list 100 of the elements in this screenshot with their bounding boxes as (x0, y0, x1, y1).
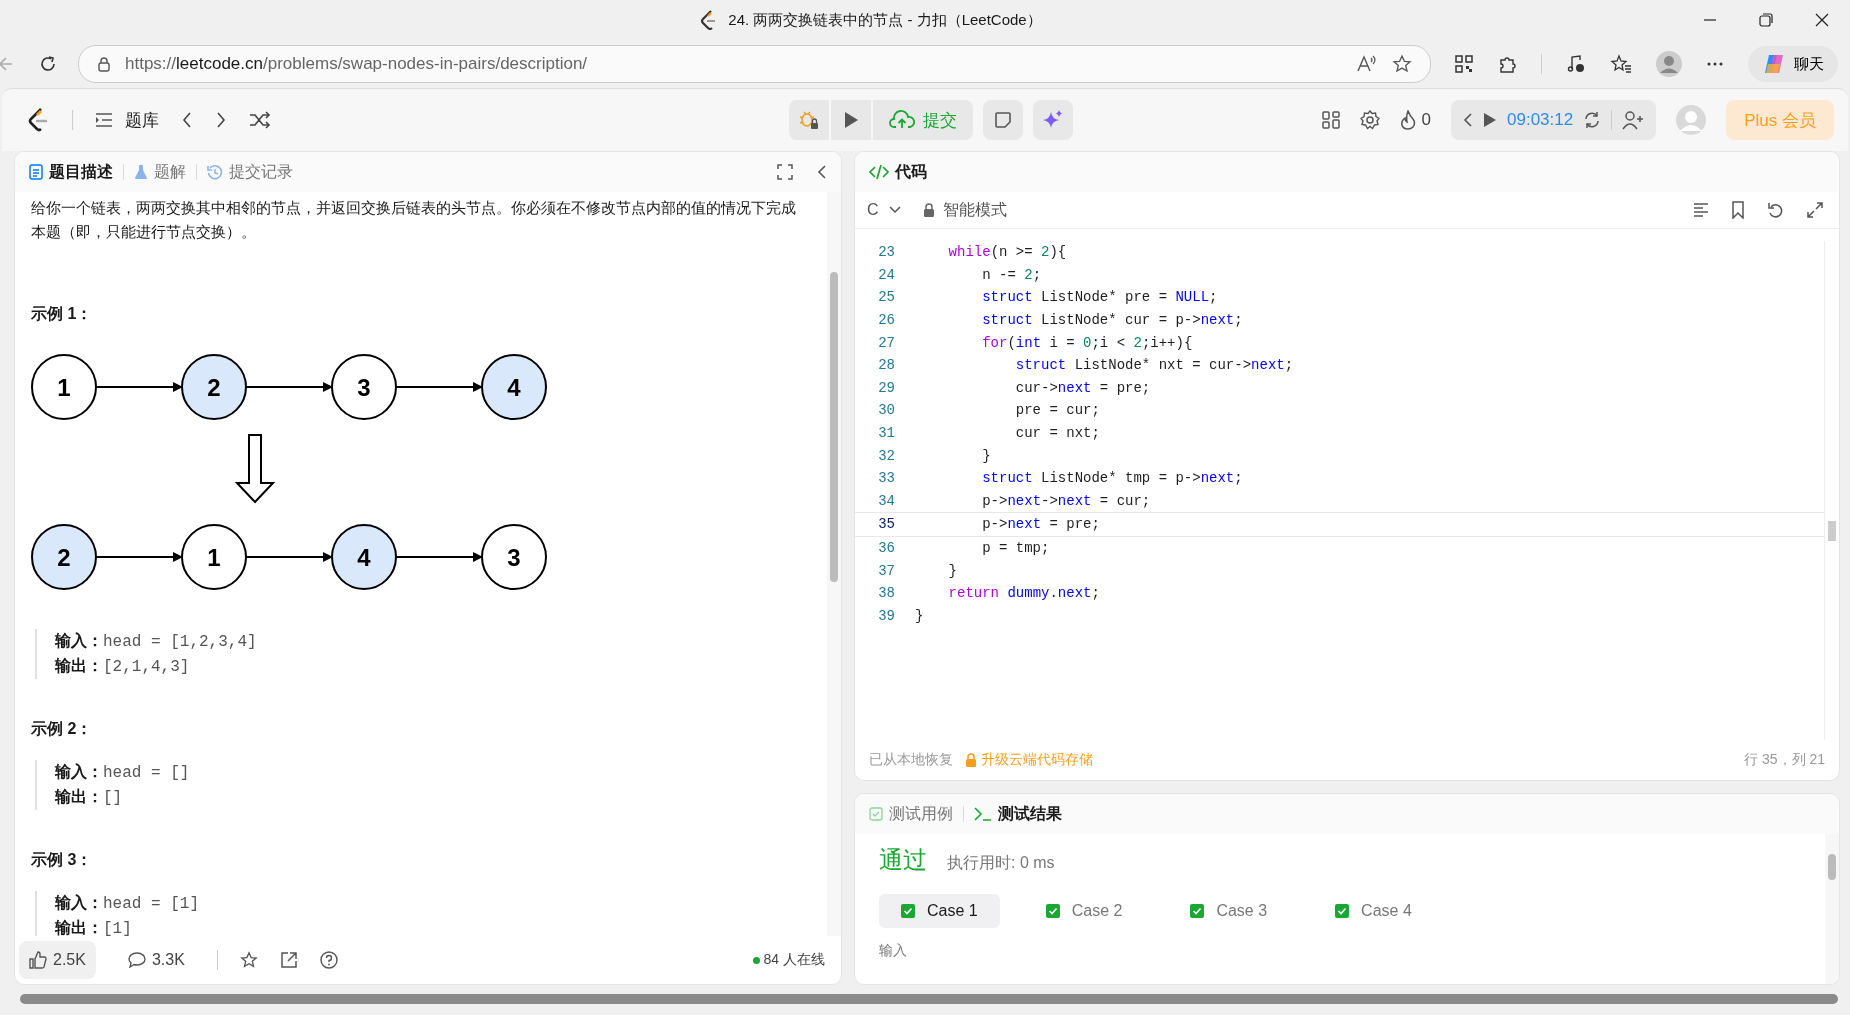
panel-tab[interactable]: 题解 (134, 161, 186, 183)
example-output-text: [1] (103, 920, 132, 936)
code-line: p->next = pre; (981, 516, 1100, 533)
example-title: 示例 1： (31, 304, 94, 324)
extensions-icon[interactable] (1497, 54, 1517, 74)
read-aloud-icon[interactable] (1356, 54, 1378, 74)
code-line: } (981, 447, 991, 464)
case-tab[interactable]: Case 3 (1168, 894, 1290, 928)
note-icon (994, 111, 1012, 129)
case-tab[interactable]: Case 4 (1313, 894, 1434, 928)
collapse-icon[interactable] (817, 164, 827, 180)
more-icon[interactable] (1706, 61, 1724, 67)
code-line: cur->next = pre; (1014, 379, 1151, 396)
fullscreen-icon[interactable] (777, 164, 793, 180)
line-number: 39 (877, 607, 896, 624)
language-dropdown[interactable]: C (867, 201, 901, 219)
verdict-text: 通过 (879, 845, 927, 875)
run-button[interactable] (831, 100, 871, 140)
terminal-icon (974, 807, 992, 821)
code-line: struct ListNode* cur = p->next; (981, 312, 1243, 329)
play-icon[interactable] (1483, 112, 1497, 128)
line-number: 38 (877, 585, 896, 602)
add-user-icon[interactable] (1622, 110, 1645, 130)
panel-tab[interactable]: 测试结果 (974, 803, 1062, 825)
note-button[interactable] (983, 100, 1023, 140)
timer-text: 09:03:12 (1507, 110, 1574, 130)
ai-assistant-button[interactable] (1033, 100, 1073, 140)
address-field[interactable]: https://leetcode.cn/problems/swap-nodes-in-pairs/description/ (78, 45, 1431, 83)
case-tab[interactable]: Case 1 (879, 894, 1000, 928)
comments-button[interactable]: 3.3K (117, 941, 195, 979)
code-tab[interactable]: 代码 (869, 161, 927, 183)
example-input-text: head = [] (103, 764, 190, 782)
panel-tab[interactable]: 题目描述 (29, 161, 113, 183)
refresh-icon[interactable] (38, 54, 58, 74)
leetcode-logo-icon[interactable] (28, 108, 50, 132)
copilot-icon (1762, 52, 1786, 76)
like-button[interactable]: 2.5K (19, 941, 96, 979)
online-count: 84 人在线 (763, 951, 825, 969)
qr-code-icon[interactable] (1455, 55, 1473, 73)
line-number: 23 (877, 244, 896, 261)
example-output-text: [] (103, 789, 123, 807)
undo-icon[interactable] (1767, 201, 1785, 219)
line-number: 35 (877, 516, 896, 533)
help-icon[interactable] (319, 951, 338, 969)
shuffle-icon[interactable] (249, 111, 271, 129)
line-number: 33 (877, 470, 896, 487)
reset-icon[interactable] (1583, 111, 1602, 129)
lock-icon (922, 203, 935, 217)
history-icon (207, 164, 223, 180)
case-tab[interactable]: Case 2 (1023, 894, 1145, 928)
settings-icon[interactable] (1359, 110, 1380, 130)
share-icon[interactable] (279, 951, 298, 969)
line-number: 26 (877, 312, 896, 329)
music-icon[interactable] (1566, 54, 1586, 74)
code-line: n -= 2; (981, 266, 1042, 283)
star-icon[interactable] (1392, 54, 1412, 74)
example-title: 示例 2： (31, 719, 94, 739)
mode-label[interactable]: 智能模式 (942, 199, 1007, 221)
streak-count[interactable]: 0 (1421, 110, 1431, 130)
flame-icon (1399, 110, 1416, 130)
code-line: while(n >= 2){ (947, 244, 1067, 261)
expand-icon[interactable] (1807, 202, 1823, 218)
chat-button[interactable]: 聊天 (1748, 46, 1838, 82)
panel-tab[interactable]: 测试用例 (869, 803, 953, 825)
code-line: struct ListNode* nxt = cur->next; (1014, 357, 1294, 374)
previous-icon[interactable] (181, 111, 193, 129)
code-line: for(int i = 0;i < 2;i++){ (981, 334, 1193, 351)
list-icon (95, 112, 113, 128)
input-label: 输入： (55, 894, 103, 911)
output-label: 输出： (55, 657, 103, 674)
next-icon[interactable] (215, 111, 227, 129)
code-line: pre = cur; (1014, 402, 1100, 419)
code-icon (869, 164, 889, 180)
flask-icon (134, 164, 148, 180)
input-label: 输入 (879, 942, 908, 960)
close-icon[interactable] (1814, 12, 1830, 28)
linked-list-swap-drawing: 1 2 3 4 2 1 4 3 (31, 345, 551, 615)
star-icon[interactable] (239, 951, 258, 969)
line-number: 37 (877, 562, 896, 579)
panel-tab[interactable]: 提交记录 (207, 161, 293, 183)
restore-icon[interactable] (1758, 12, 1774, 28)
code-line: cur = nxt; (1014, 425, 1100, 442)
line-number: 27 (877, 334, 896, 351)
bookmark-icon[interactable] (1731, 201, 1745, 219)
problem-list-button[interactable]: 题库 (95, 108, 159, 132)
format-icon[interactable] (1693, 203, 1709, 217)
profile-avatar-icon[interactable] (1656, 51, 1682, 77)
thumbs-up-icon (29, 951, 47, 969)
favorites-icon[interactable] (1610, 54, 1632, 74)
layout-icon[interactable] (1321, 111, 1340, 129)
example-input-text: head = [1] (103, 895, 199, 913)
line-number: 30 (877, 402, 896, 419)
bug-lock-icon (798, 109, 820, 131)
collapse-icon[interactable] (1463, 112, 1473, 128)
restore-status: 已从本地恢复 (869, 751, 953, 769)
horizontal-scrollbar[interactable] (20, 991, 1838, 1007)
input-label: 输入： (55, 632, 103, 649)
debug-button[interactable] (789, 100, 829, 140)
line-number: 36 (877, 540, 896, 556)
play-icon (843, 111, 859, 129)
